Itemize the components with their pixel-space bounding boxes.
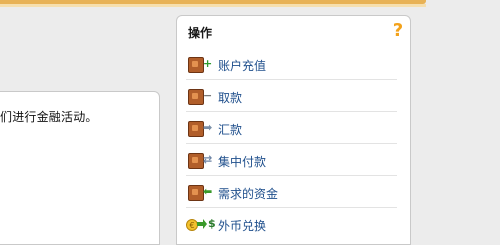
operation-label[interactable]: 需求的资金 [218,185,278,202]
arrow-left-icon: ⬅ [203,185,213,198]
plus-icon: + [203,57,213,70]
dollar-icon: $ [208,217,216,230]
operation-item-deposit[interactable]: + 账户充值 [186,48,397,80]
top-accent-bar-shadow [0,4,426,7]
transfer-arrows-icon: ⇄ [203,153,213,166]
wallet-icon [188,89,204,105]
operation-item-bulk-payment[interactable]: ⇄ 集中付款 [186,144,397,176]
operation-label[interactable]: 账户充值 [218,57,266,74]
wallet-icon [188,153,204,169]
wallet-icon [188,57,204,73]
operation-label[interactable]: 取款 [218,89,242,106]
operation-item-request-funds[interactable]: ⬅ 需求的资金 [186,176,397,208]
operations-panel: 操作 ? + 账户充值 − 取款 ➡ 汇款 ⇄ 集中付款 ⬅ 需求的资金 € $… [176,15,411,245]
arrow-right-icon: ➡ [203,121,213,134]
operation-label[interactable]: 集中付款 [218,153,266,170]
minus-icon: − [203,89,213,102]
wallet-icon [188,185,204,201]
operation-item-currency-exchange[interactable]: € $ 外币兑换 [186,208,397,239]
wallet-icon [188,121,204,137]
svg-text:€: € [189,221,194,230]
help-icon[interactable]: ? [390,22,406,40]
operation-item-withdraw[interactable]: − 取款 [186,80,397,112]
operations-title: 操作 [188,26,213,40]
content-text: 们进行金融活动。 [0,110,98,124]
operation-label[interactable]: 外币兑换 [218,217,266,234]
operation-label[interactable]: 汇款 [218,121,242,138]
operation-item-remit[interactable]: ➡ 汇款 [186,112,397,144]
operations-list: + 账户充值 − 取款 ➡ 汇款 ⇄ 集中付款 ⬅ 需求的资金 € $ 外币兑换 [186,48,397,239]
